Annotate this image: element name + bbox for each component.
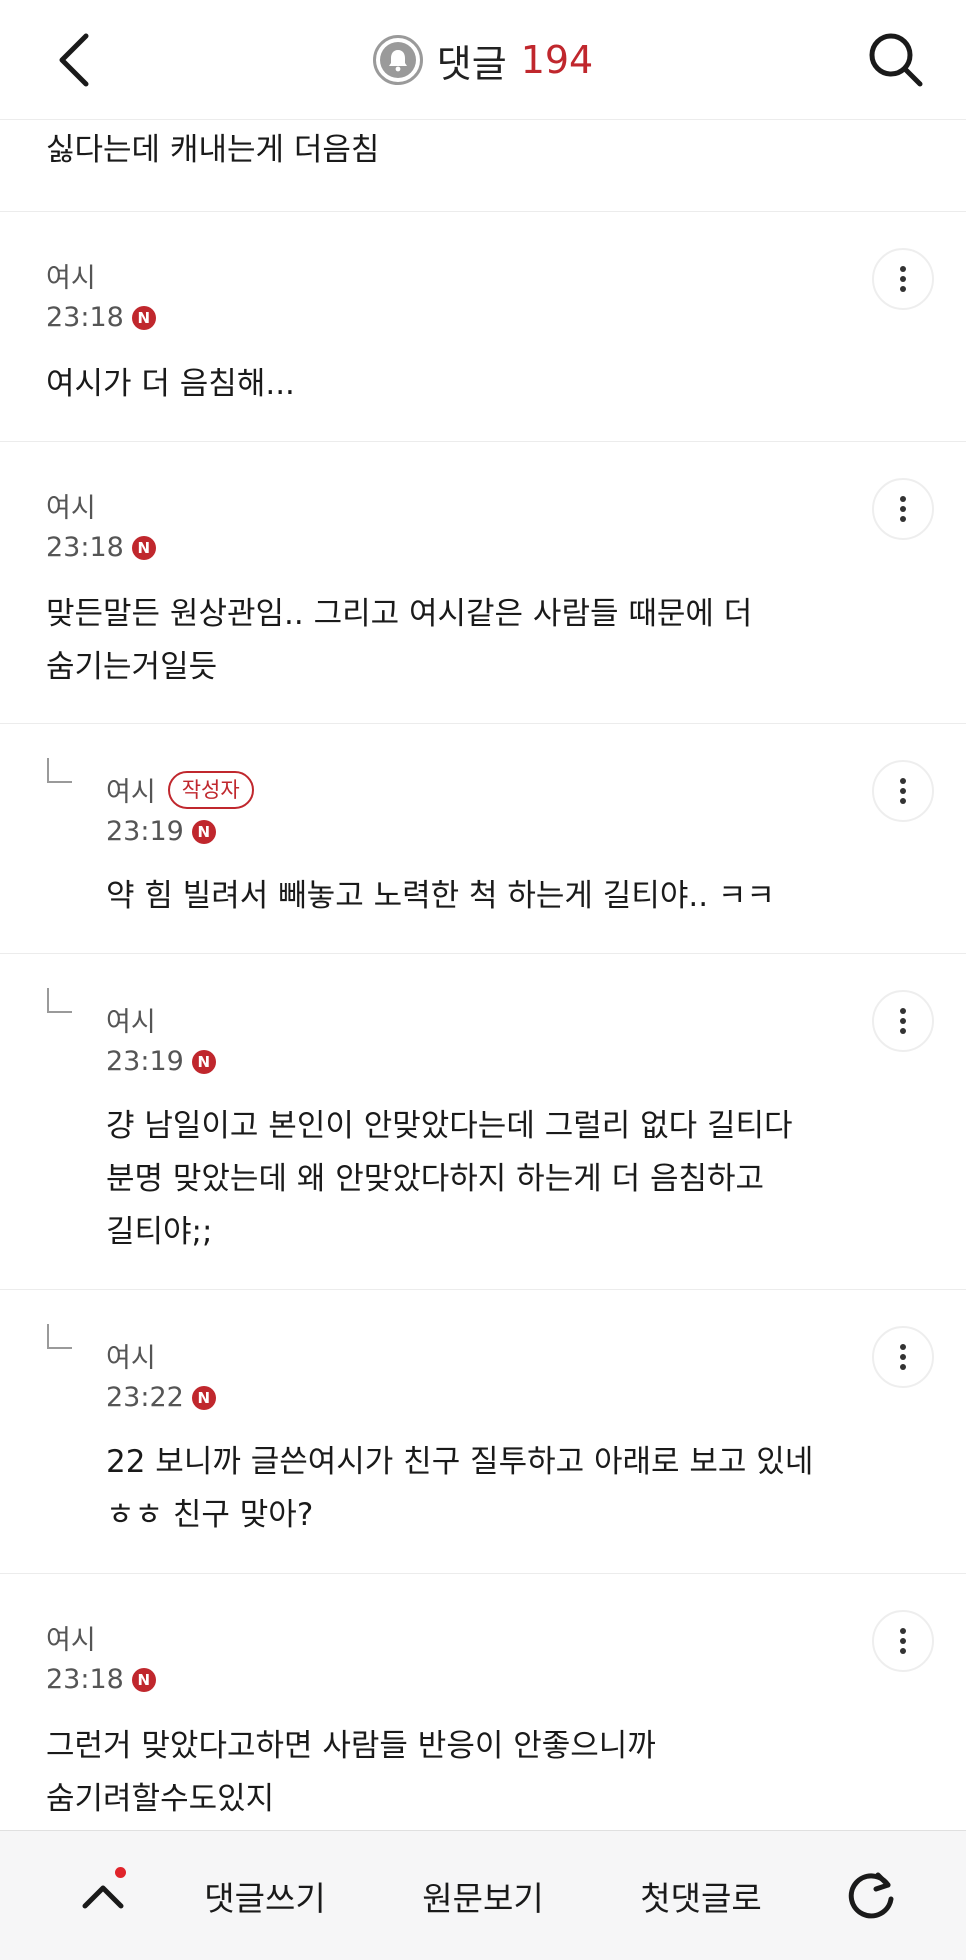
comment-more-button[interactable] bbox=[872, 1610, 934, 1672]
more-vertical-icon bbox=[900, 778, 906, 804]
new-badge-icon: N bbox=[191, 819, 216, 844]
search-button[interactable] bbox=[860, 24, 932, 96]
comment-author: 여시 bbox=[46, 1625, 96, 1656]
comment-author-row: 여시 bbox=[106, 1336, 156, 1375]
new-badge-icon: N bbox=[131, 535, 156, 560]
refresh-icon bbox=[848, 1872, 894, 1919]
more-vertical-icon bbox=[900, 266, 906, 292]
comment-time-row: 23:19 N bbox=[106, 1046, 216, 1077]
comment-body: 맞든말든 원상관임.. 그리고 여시같은 사람들 때문에 더 숨기는거일듯 bbox=[46, 596, 753, 685]
more-vertical-icon bbox=[900, 1344, 906, 1370]
reply-arrow-icon bbox=[47, 988, 72, 1013]
comment-time: 23:18 bbox=[46, 532, 124, 563]
comment-more-button[interactable] bbox=[872, 990, 934, 1052]
comment-item: 여시 23:18 N 여시가 더 음침해... bbox=[0, 212, 966, 442]
comment-author-row: 여시 bbox=[46, 256, 96, 295]
more-vertical-icon bbox=[900, 1628, 906, 1654]
comment-time: 23:22 bbox=[106, 1382, 184, 1413]
reply-item: 여시 23:22 N 22 보니까 글쓴여시가 친구 질투하고 아래로 보고 있… bbox=[0, 1290, 966, 1574]
comment-time-row: 23:18 N bbox=[46, 1664, 156, 1695]
comment-body: 걍 남일이고 본인이 안맞았다는데 그럴리 없다 길티다 분명 맞았는데 왜 안… bbox=[106, 1108, 793, 1250]
search-icon bbox=[869, 33, 923, 87]
header: 댓글 194 bbox=[0, 0, 966, 120]
page-title: 댓글 bbox=[436, 41, 507, 86]
comment-body: 싫다는데 캐내는게 더음침 bbox=[46, 132, 380, 168]
notification-dot bbox=[115, 1867, 126, 1878]
bell-icon bbox=[379, 42, 416, 78]
first-comment-button[interactable]: 첫댓글로 bbox=[626, 1867, 776, 1925]
comment-time: 23:19 bbox=[106, 1046, 184, 1077]
comment-item: 여시 23:18 N 맞든말든 원상관임.. 그리고 여시같은 사람들 때문에 … bbox=[0, 442, 966, 724]
comment-author: 여시 bbox=[106, 777, 156, 808]
new-badge-icon: N bbox=[131, 305, 156, 330]
new-badge-icon: N bbox=[131, 1667, 156, 1692]
comment-time: 23:18 bbox=[46, 302, 124, 333]
scroll-top-button[interactable] bbox=[68, 1861, 138, 1931]
comment-author-row: 여시 bbox=[46, 486, 96, 525]
comment-more-button[interactable] bbox=[872, 478, 934, 540]
comment-author-row: 여시 작성자 bbox=[106, 770, 254, 809]
more-vertical-icon bbox=[900, 496, 906, 522]
comment-time: 23:19 bbox=[106, 816, 184, 847]
new-badge-icon: N bbox=[191, 1049, 216, 1074]
comment-more-button[interactable] bbox=[872, 760, 934, 822]
refresh-button[interactable] bbox=[836, 1861, 906, 1931]
notification-bell-button[interactable] bbox=[372, 35, 423, 85]
comment-more-button[interactable] bbox=[872, 1326, 934, 1388]
bottom-action-bar: 댓글쓰기 원문보기 첫댓글로 bbox=[0, 1830, 966, 1960]
comment-author: 여시 bbox=[106, 1007, 156, 1038]
chevron-up-icon bbox=[82, 1885, 124, 1909]
comment-body: 약 힘 빌려서 빼놓고 노력한 척 하는게 길티야.. ㅋㅋ bbox=[106, 878, 775, 914]
comment-count: 194 bbox=[520, 38, 594, 82]
reply-arrow-icon bbox=[47, 1324, 72, 1349]
comment-author: 여시 bbox=[46, 493, 96, 524]
new-badge-icon: N bbox=[191, 1385, 216, 1410]
more-vertical-icon bbox=[900, 1008, 906, 1034]
comment-body: 그런거 맞았다고하면 사람들 반응이 안좋으니까 숨기려할수도있지 bbox=[46, 1728, 656, 1817]
reply-item: 여시 작성자 23:19 N 약 힘 빌려서 빼놓고 노력한 척 하는게 길티야… bbox=[0, 724, 966, 954]
comment-time-row: 23:18 N bbox=[46, 532, 156, 563]
comment-author: 여시 bbox=[46, 263, 96, 294]
reply-item: 여시 23:19 N 걍 남일이고 본인이 안맞았다는데 그럴리 없다 길티다 … bbox=[0, 954, 966, 1290]
comment-time: 23:18 bbox=[46, 1664, 124, 1695]
write-comment-button[interactable]: 댓글쓰기 bbox=[190, 1867, 340, 1925]
comment-body: 22 보니까 글쓴여시가 친구 질투하고 아래로 보고 있네 ㅎㅎ 친구 맞아? bbox=[106, 1444, 814, 1533]
view-original-button[interactable]: 원문보기 bbox=[408, 1867, 558, 1925]
comment-time-row: 23:19 N bbox=[106, 816, 216, 847]
comment-time-row: 23:18 N bbox=[46, 302, 156, 333]
comment-author-row: 여시 bbox=[46, 1618, 96, 1657]
comment-item: 여시 23:18 N 그런거 맞았다고하면 사람들 반응이 안좋으니까 숨기려할… bbox=[0, 1574, 966, 1830]
comment-author-row: 여시 bbox=[106, 1000, 156, 1039]
reply-arrow-icon bbox=[47, 758, 72, 783]
comment-author: 여시 bbox=[106, 1343, 156, 1374]
comment-time-row: 23:22 N bbox=[106, 1382, 216, 1413]
header-title-group: 댓글 194 bbox=[0, 28, 966, 92]
writer-badge: 작성자 bbox=[167, 770, 254, 809]
comment-item-partial: 싫다는데 캐내는게 더음침 bbox=[0, 120, 966, 212]
comment-more-button[interactable] bbox=[872, 248, 934, 310]
comment-body: 여시가 더 음침해... bbox=[46, 366, 295, 402]
